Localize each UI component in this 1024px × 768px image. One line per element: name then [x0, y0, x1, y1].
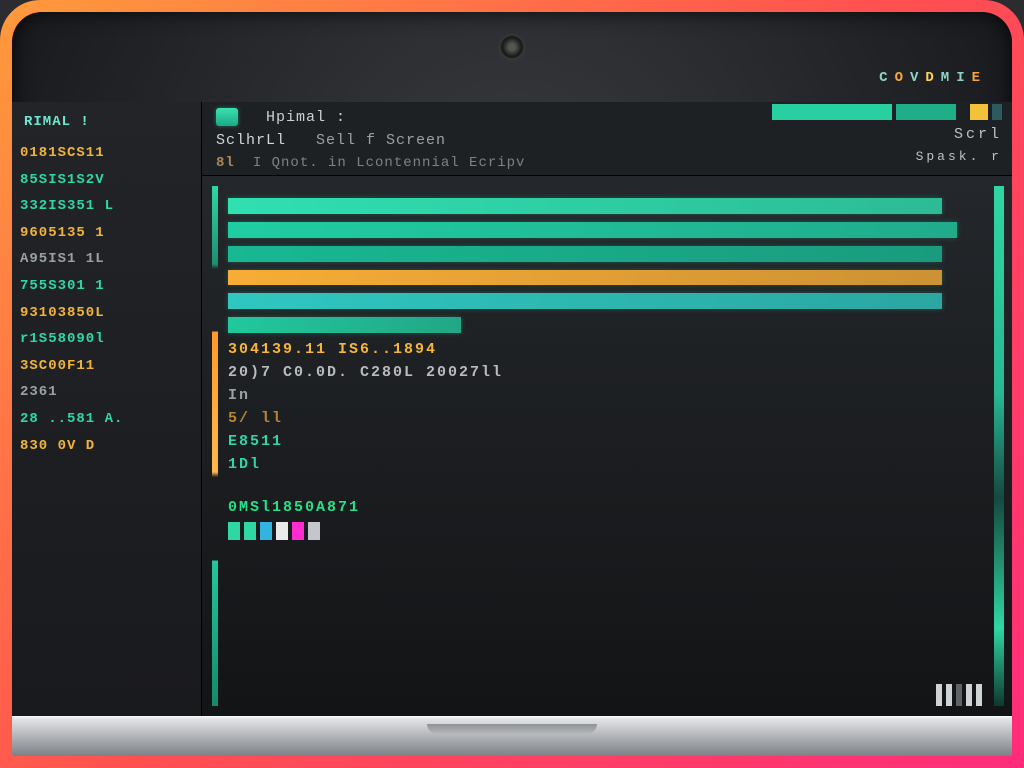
screen-area: RIMAL ! 0181SCS1185SIS1S2V332IS351 L9605…	[12, 102, 1012, 716]
mini-block-2	[260, 522, 272, 540]
footer-indicator	[936, 684, 982, 706]
scroll-label: Scrl	[954, 126, 1002, 143]
mini-block-5	[308, 522, 320, 540]
term-line-4: 5/ ll	[228, 410, 992, 427]
progress-bar	[772, 104, 1002, 120]
prompt-label: Hpimal :	[266, 109, 346, 126]
term-line-5: E8511	[228, 433, 992, 450]
term-line-7: 0MSl1850A871	[228, 499, 992, 516]
sidebar-line-8: 3SC00F11	[20, 353, 201, 380]
sub-num: 8l	[216, 155, 235, 171]
mini-block-4	[292, 522, 304, 540]
hbar-3	[228, 270, 942, 285]
hbar-1	[228, 222, 957, 238]
mini-block-0	[228, 522, 240, 540]
tab-1[interactable]: SclhrLl	[216, 132, 286, 149]
sidebar-line-2: 332IS351 L	[20, 193, 201, 220]
hbar-2	[228, 246, 942, 262]
sidebar-line-9: 2361	[20, 379, 201, 406]
spask-label: Spask. r	[916, 149, 1002, 164]
term-line-1: 304139.11 IS6..1894	[228, 341, 992, 358]
brand-label: COVDMIE	[879, 70, 984, 86]
sub-text: I Qnot. in Lcontennial Ecripv	[253, 155, 526, 171]
mini-block-1	[244, 522, 256, 540]
hbar-4	[228, 293, 942, 309]
scrollbar[interactable]	[994, 186, 1004, 706]
sidebar: RIMAL ! 0181SCS1185SIS1S2V332IS351 L9605…	[12, 102, 202, 716]
sidebar-line-6: 93103850L	[20, 300, 201, 327]
term-line-2: 20)7 C0.0D. C280L 20027ll	[228, 364, 992, 381]
sidebar-line-11: 830 0V D	[20, 433, 201, 460]
term-line-6: 1Dl	[228, 456, 992, 473]
sidebar-line-10: 28 ..581 A.	[20, 406, 201, 433]
hbar-5	[228, 317, 461, 333]
sidebar-line-1: 85SIS1S2V	[20, 167, 201, 194]
prompt-icon	[216, 108, 238, 126]
term-line-3: In	[228, 387, 992, 404]
hbar-0	[228, 198, 942, 214]
mini-block-3	[276, 522, 288, 540]
main-pane: Scrl Spask. r Hpimal : SclhrLl Sell f Sc…	[202, 102, 1012, 716]
sidebar-line-4: A95IS1 1L	[20, 246, 201, 273]
sidebar-title: RIMAL !	[20, 110, 201, 140]
sidebar-line-7: r1S58090l	[20, 326, 201, 353]
laptop-bezel: COVDMIE RIMAL ! 0181SCS1185SIS1S2V332IS3…	[0, 0, 1024, 768]
mini-blocks	[228, 522, 992, 540]
sidebar-line-0: 0181SCS11	[20, 140, 201, 167]
main-toolbar: Scrl Spask. r Hpimal : SclhrLl Sell f Sc…	[202, 102, 1012, 176]
laptop-screen: COVDMIE RIMAL ! 0181SCS1185SIS1S2V332IS3…	[12, 12, 1012, 756]
content-area: 304139.11 IS6..1894 20)7 C0.0D. C280L 20…	[202, 176, 1012, 716]
sidebar-line-5: 755S301 1	[20, 273, 201, 300]
laptop-base	[12, 716, 1012, 756]
camera-icon	[501, 36, 523, 58]
gutter-left	[212, 186, 218, 706]
sidebar-line-3: 9605135 1	[20, 220, 201, 247]
tab-2[interactable]: Sell f Screen	[316, 132, 446, 149]
